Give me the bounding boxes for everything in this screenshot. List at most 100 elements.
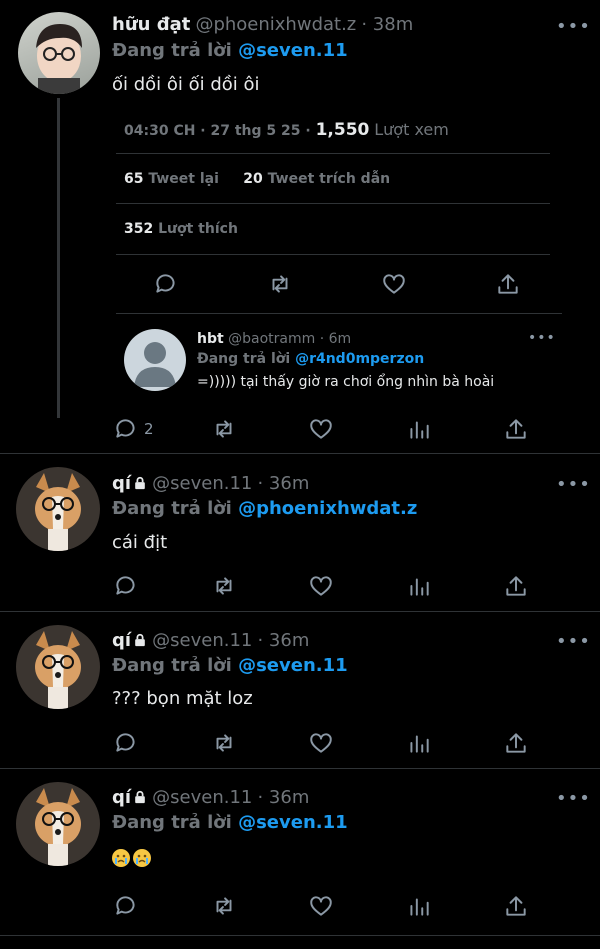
analytics-icon[interactable] [406,416,432,442]
thread-line [57,98,60,418]
dog-photo [35,788,81,866]
likes-count: 352 [124,221,154,237]
reply-prefix: Đang trả lời [112,655,232,676]
reply-header: qí @seven.11 · 36m [112,787,309,808]
share-icon[interactable] [503,416,529,442]
tweet-time[interactable]: · 6m [320,331,351,347]
dog-photo [35,631,81,709]
replying-to: Đang trả lời @seven.11 [112,812,348,833]
divider [0,768,600,769]
views-label: Lượt xem [374,120,449,139]
user-handle[interactable]: @phoenixhwdat.z [195,14,356,35]
lock-icon [135,476,145,490]
reply-prefix: Đang trả lời [197,351,291,367]
more-options-button[interactable]: ••• [556,474,591,495]
tweet-text: =))))) tại thấy giờ ra chơi ổng nhìn bà … [197,374,495,390]
retweet-icon[interactable] [211,416,237,442]
default-avatar-icon [134,342,176,387]
user-handle[interactable]: @baotramm [228,331,315,347]
reply-icon[interactable] [113,730,139,756]
like-icon[interactable] [381,271,407,297]
more-options-button[interactable]: ••• [528,330,556,346]
like-icon[interactable] [308,416,334,442]
nested-reply-header: hbt @baotramm · 6m [197,331,351,347]
divider [0,611,600,612]
tweet-text: ối dồi ôi ối dồi ôi [112,74,260,95]
quotes-label: Tweet trích dẫn [267,171,391,187]
tweet-time[interactable]: · 36m [257,630,309,651]
reply-icon[interactable] [113,893,139,919]
reply-prefix: Đang trả lời [112,812,232,833]
more-options-button[interactable]: ••• [556,631,591,652]
share-icon[interactable] [503,730,529,756]
reply-prefix: Đang trả lời [112,498,232,519]
like-icon[interactable] [308,573,334,599]
user-handle[interactable]: @seven.11 [152,473,252,494]
more-options-button[interactable]: ••• [556,16,591,37]
tweet-timestamp[interactable]: 04:30 CH · 27 thg 5 25 · [124,123,311,139]
reply-header: qí @seven.11 · 36m [112,630,309,651]
replying-to: Đang trả lời @phoenixhwdat.z [112,498,417,519]
likes-label: Lượt thích [158,221,238,237]
user-name[interactable]: qí [112,630,131,651]
user-name[interactable]: qí [112,473,131,494]
tweet-time[interactable]: · 38m [361,14,413,35]
avatar-photo-person [36,24,82,94]
user-name[interactable]: qí [112,787,131,808]
avatar-dog[interactable] [16,467,100,551]
replying-to: Đang trả lời @r4nd0mperzon [197,351,424,367]
tweet-time[interactable]: · 36m [257,787,309,808]
avatar-dog[interactable] [16,625,100,709]
like-icon[interactable] [308,730,334,756]
reply-icon[interactable] [113,573,139,599]
retweets-count: 65 [124,171,144,187]
avatar-main[interactable] [18,12,100,94]
reply-to-link[interactable]: @r4nd0mperzon [295,351,424,367]
share-icon[interactable] [503,893,529,919]
reply-to-link[interactable]: @seven.11 [238,655,348,676]
quotes-stat[interactable]: 20 Tweet trích dẫn [243,171,390,187]
reply-to-link[interactable]: @phoenixhwdat.z [238,498,417,519]
divider [0,935,600,936]
user-handle[interactable]: @seven.11 [152,630,252,651]
views-count: 1,550 [315,120,370,140]
divider [0,453,600,454]
user-name[interactable]: hữu đạt [112,14,190,35]
like-icon[interactable] [308,893,334,919]
retweets-label: Tweet lại [148,171,219,187]
avatar-default[interactable] [124,329,186,391]
analytics-icon[interactable] [406,730,432,756]
retweet-icon[interactable] [267,271,293,297]
lock-icon [135,633,145,647]
divider [116,313,562,314]
reply-icon[interactable] [113,416,139,442]
lock-icon [135,790,145,804]
analytics-icon[interactable] [406,573,432,599]
tweet-meta: 04:30 CH · 27 thg 5 25 · 1,550 Lượt xem [124,120,449,140]
analytics-icon[interactable] [406,893,432,919]
engagement-stats: 65 Tweet lại 20 Tweet trích dẫn [124,171,390,187]
divider [116,153,550,154]
likes-stat[interactable]: 352 Lượt thích [124,221,238,237]
tweet-time[interactable]: · 36m [257,473,309,494]
user-handle[interactable]: @seven.11 [152,787,252,808]
reply-to-link[interactable]: @seven.11 [238,812,348,833]
replying-to: Đang trả lời @seven.11 [112,655,348,676]
reply-to-link[interactable]: @seven.11 [238,40,348,61]
share-icon[interactable] [503,573,529,599]
divider [116,254,550,255]
reply-icon[interactable] [153,271,179,297]
avatar-dog[interactable] [16,782,100,866]
retweets-stat[interactable]: 65 Tweet lại [124,171,219,187]
retweet-icon[interactable] [211,573,237,599]
share-icon[interactable] [495,271,521,297]
user-name[interactable]: hbt [197,331,224,347]
retweet-icon[interactable] [211,893,237,919]
replying-to: Đang trả lời @seven.11 [112,40,348,61]
more-options-button[interactable]: ••• [556,788,591,809]
dog-photo [35,473,81,551]
crying-emoji [112,849,130,867]
reply-count: 2 [144,420,154,438]
retweet-icon[interactable] [211,730,237,756]
main-tweet-header: hữu đạt @phoenixhwdat.z · 38m [112,14,413,35]
